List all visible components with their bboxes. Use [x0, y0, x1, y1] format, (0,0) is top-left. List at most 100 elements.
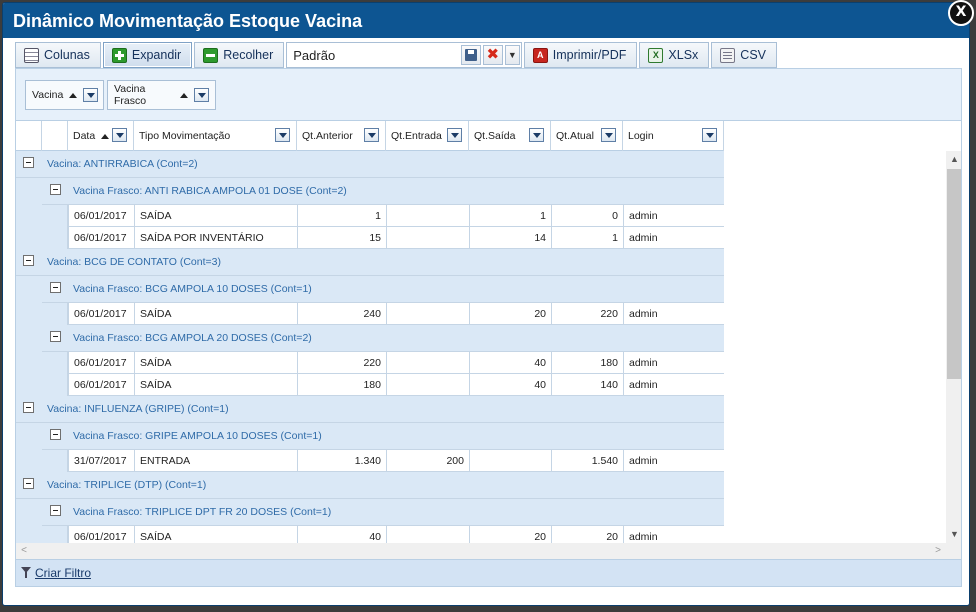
column-filter-icon[interactable]	[601, 128, 616, 142]
recolher-label: Recolher	[223, 48, 274, 62]
imprimir-label: Imprimir/PDF	[552, 48, 627, 62]
table-cell	[386, 303, 469, 325]
recolher-button[interactable]: Recolher	[194, 42, 285, 68]
xlsx-label: XLSx	[668, 48, 699, 62]
collapse-toggle-icon[interactable]	[50, 184, 61, 195]
table-cell: 180	[551, 352, 623, 374]
group-chip-vacina[interactable]: Vacina	[25, 80, 104, 110]
table-cell: 200	[386, 450, 469, 472]
collapse-toggle-icon[interactable]	[23, 478, 34, 489]
column-header-tipo-movimentacao[interactable]: Tipo Movimentação	[134, 121, 297, 151]
imprimir-pdf-button[interactable]: A Imprimir/PDF	[523, 42, 638, 68]
column-header-qt-anterior[interactable]: Qt.Anterior	[297, 121, 386, 151]
vertical-scrollbar[interactable]: ▲ ▼	[946, 151, 961, 543]
sort-ascending-icon	[69, 92, 78, 98]
column-filter-icon[interactable]	[702, 128, 717, 142]
group-row-vacina-frasco: Vacina Frasco: GRIPE AMPOLA 10 DOSES (Co…	[42, 423, 724, 450]
collapse-toggle-icon[interactable]	[50, 505, 61, 516]
window-title: Dinâmico Movimentação Estoque Vacina	[13, 11, 363, 31]
group-indent	[16, 303, 42, 325]
group-label: Vacina Frasco: GRIPE AMPOLA 10 DOSES (Co…	[73, 430, 322, 442]
delete-layout-icon[interactable]: ✖	[482, 45, 503, 65]
layout-selector[interactable]: Padrão ✖ ▼	[286, 42, 522, 68]
column-header-label: Login	[628, 130, 654, 142]
group-row-vacina-frasco: Vacina Frasco: ANTI RABICA AMPOLA 01 DOS…	[42, 178, 724, 205]
group-indent	[42, 227, 68, 249]
scroll-left-icon[interactable]: <	[16, 543, 32, 559]
table-row[interactable]: 06/01/2017 SAÍDA 180 40 140 admin	[68, 374, 724, 396]
table-cell: 220	[297, 352, 386, 374]
group-label: Vacina Frasco: TRIPLICE DPT FR 20 DOSES …	[73, 506, 332, 518]
scroll-right-icon[interactable]: >	[930, 543, 946, 559]
filter-footer: Criar Filtro	[15, 559, 962, 587]
column-header-data[interactable]: Data	[68, 121, 134, 151]
column-filter-icon[interactable]	[112, 128, 127, 142]
colunas-button[interactable]: Colunas	[15, 42, 101, 68]
scroll-down-icon[interactable]: ▼	[946, 526, 961, 543]
close-icon[interactable]: X	[948, 0, 974, 26]
filter-dropdown-icon[interactable]	[194, 88, 209, 102]
scroll-up-icon[interactable]: ▲	[946, 151, 961, 168]
table-row[interactable]: 31/07/2017 ENTRADA 1.340 200 1.540 admin	[68, 450, 724, 472]
table-cell: 1	[469, 205, 551, 227]
table-cell: SAÍDA	[134, 205, 297, 227]
scrollbar-thumb[interactable]	[947, 169, 961, 379]
table-cell: 15	[297, 227, 386, 249]
group-label: Vacina Frasco: BCG AMPOLA 20 DOSES (Cont…	[73, 332, 312, 344]
filter-dropdown-icon[interactable]	[83, 88, 99, 102]
filter-funnel-icon	[21, 567, 31, 579]
collapse-toggle-icon[interactable]	[50, 429, 61, 440]
group-indent	[42, 303, 68, 325]
table-cell: SAÍDA	[134, 352, 297, 374]
column-header-label: Data	[73, 130, 96, 142]
column-header-label: Qt.Anterior	[302, 130, 353, 142]
sort-ascending-icon	[180, 92, 188, 98]
sort-ascending-icon	[101, 133, 110, 139]
table-row[interactable]: 06/01/2017 SAÍDA 240 20 220 admin	[68, 303, 724, 325]
column-header-qt-atual[interactable]: Qt.Atual	[551, 121, 623, 151]
collapse-minus-icon	[203, 47, 219, 63]
column-filter-icon[interactable]	[447, 128, 462, 142]
table-cell: admin	[623, 374, 724, 396]
column-header-qt-entrada[interactable]: Qt.Entrada	[386, 121, 469, 151]
horizontal-scrollbar[interactable]: < >	[16, 543, 946, 559]
save-layout-icon[interactable]	[460, 45, 481, 65]
column-header-qt-saida[interactable]: Qt.Saída	[469, 121, 551, 151]
csv-button[interactable]: CSV	[711, 42, 777, 68]
table-cell: 40	[469, 352, 551, 374]
collapse-toggle-icon[interactable]	[23, 255, 34, 266]
column-header-label: Qt.Entrada	[391, 130, 442, 142]
table-cell	[469, 450, 551, 472]
group-label: Vacina Frasco: BCG AMPOLA 10 DOSES (Cont…	[73, 283, 312, 295]
table-cell: admin	[623, 352, 724, 374]
group-indent	[16, 227, 42, 249]
collapse-toggle-icon[interactable]	[50, 331, 61, 342]
collapse-toggle-icon[interactable]	[23, 402, 34, 413]
xlsx-button[interactable]: X XLSx	[639, 42, 710, 68]
column-header-login[interactable]: Login	[623, 121, 724, 151]
collapse-toggle-icon[interactable]	[50, 282, 61, 293]
layout-name: Padrão	[293, 47, 336, 63]
table-row[interactable]: 06/01/2017 SAÍDA 1 1 0 admin	[68, 205, 724, 227]
table-cell: SAÍDA POR INVENTÁRIO	[134, 227, 297, 249]
table-cell: SAÍDA	[134, 303, 297, 325]
expandir-button[interactable]: Expandir	[102, 42, 193, 68]
table-row[interactable]: 06/01/2017 SAÍDA POR INVENTÁRIO 15 14 1 admin	[68, 227, 724, 249]
column-filter-icon[interactable]	[364, 128, 379, 142]
column-filter-icon[interactable]	[529, 128, 544, 142]
column-filter-icon[interactable]	[275, 128, 290, 142]
group-row-vacina: Vacina: INFLUENZA (GRIPE) (Cont=1)	[16, 396, 724, 423]
table-cell: ENTRADA	[134, 450, 297, 472]
group-chip-vacina-frasco[interactable]: Vacina Frasco	[107, 80, 216, 110]
table-cell: admin	[623, 227, 724, 249]
table-cell: admin	[623, 303, 724, 325]
collapse-toggle-icon[interactable]	[23, 157, 34, 168]
table-cell: 06/01/2017	[68, 227, 134, 249]
table-cell: 0	[551, 205, 623, 227]
group-label: Vacina: BCG DE CONTATO (Cont=3)	[47, 256, 221, 268]
column-header-label: Qt.Saída	[474, 130, 516, 142]
table-row[interactable]: 06/01/2017 SAÍDA 220 40 180 admin	[68, 352, 724, 374]
header-indent-2	[42, 121, 68, 151]
layout-dropdown-icon[interactable]: ▼	[504, 45, 520, 65]
criar-filtro-link[interactable]: Criar Filtro	[35, 566, 91, 580]
